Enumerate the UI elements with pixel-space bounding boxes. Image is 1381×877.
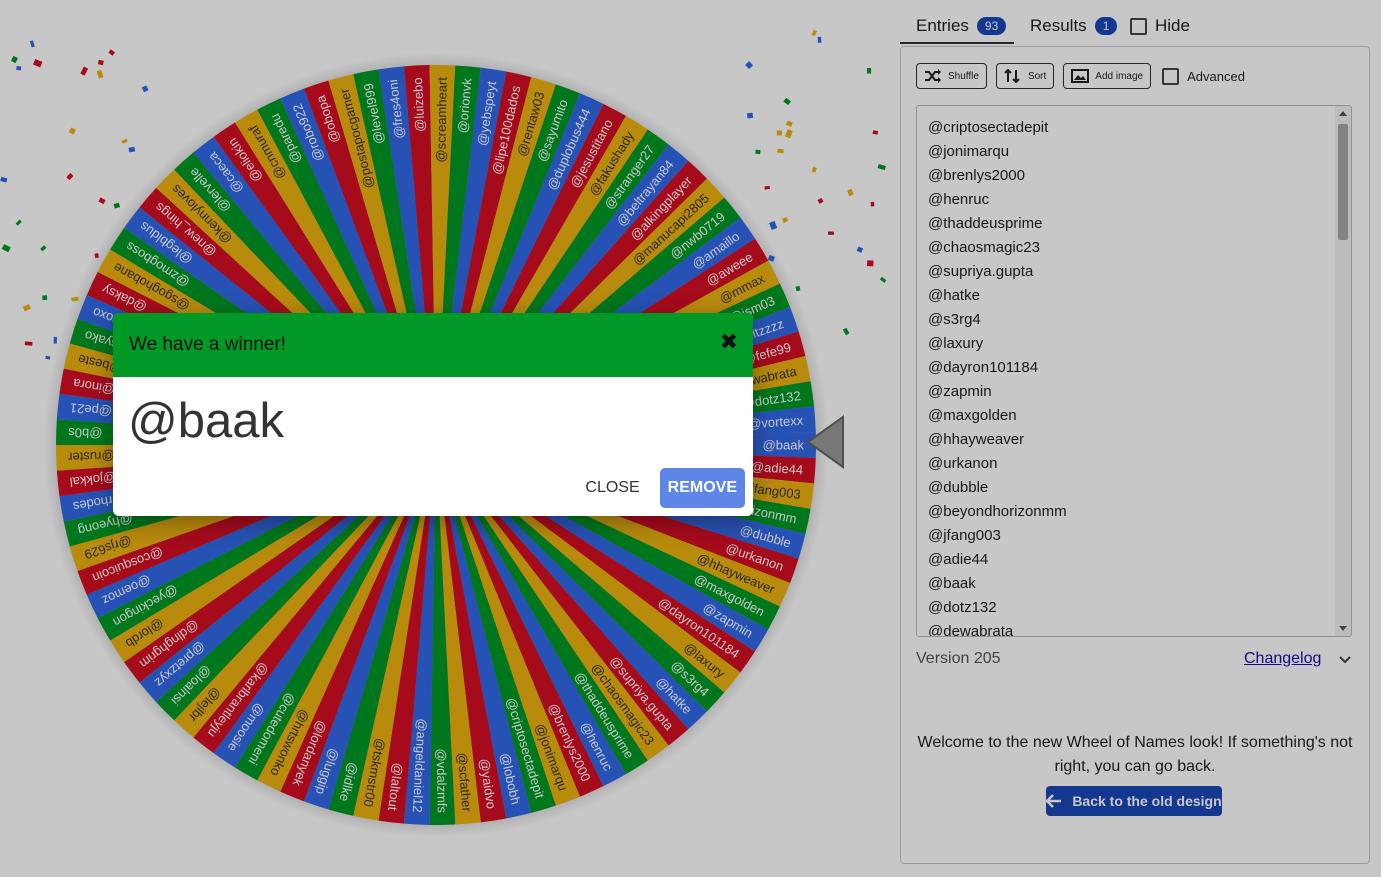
close-button[interactable]: CLOSE — [575, 469, 649, 507]
winner-name: @baak — [128, 394, 284, 448]
winner-dialog: We have a winner! ✖ @baak CLOSE REMOVE — [113, 313, 753, 516]
dialog-title: We have a winner! — [129, 334, 287, 355]
dialog-actions: CLOSE REMOVE — [575, 468, 745, 508]
close-icon[interactable]: ✖ — [720, 331, 738, 353]
remove-button[interactable]: REMOVE — [659, 468, 745, 508]
dialog-header: We have a winner! ✖ — [113, 313, 753, 377]
